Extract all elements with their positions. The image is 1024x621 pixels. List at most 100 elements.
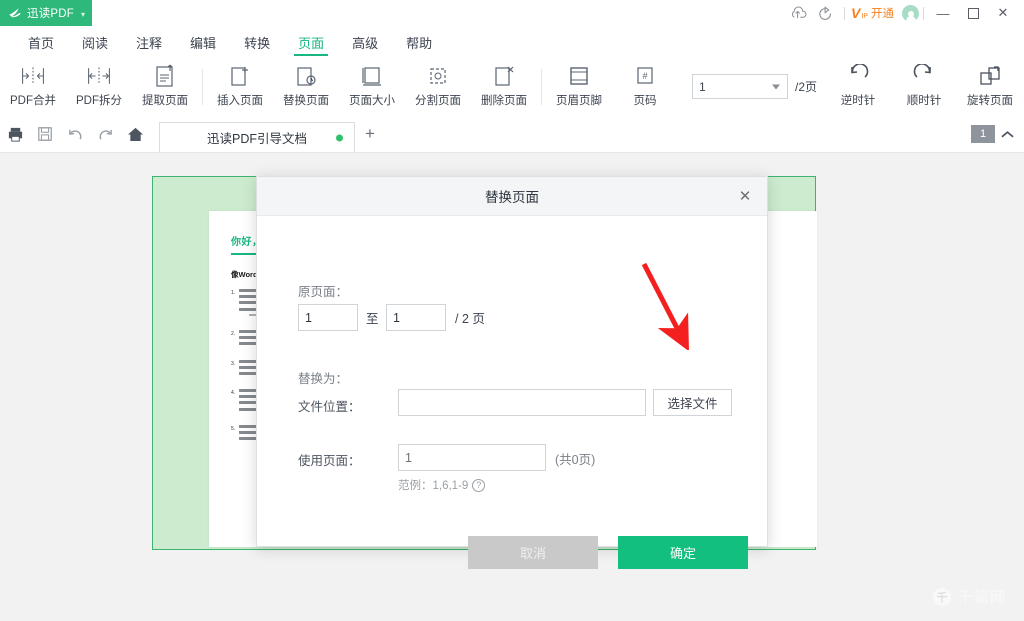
- document-tab[interactable]: 迅读PDF引导文档: [159, 122, 355, 152]
- menu-item-page[interactable]: 页面: [284, 26, 338, 58]
- insert-page-icon: [229, 63, 251, 89]
- share-icon[interactable]: [812, 0, 840, 26]
- dialog-header: 替换页面 ✕: [257, 177, 767, 216]
- crop-page-button[interactable]: 分割页面: [405, 58, 471, 116]
- page-number-label: 页码: [634, 92, 657, 108]
- cloud-upload-icon[interactable]: [784, 0, 812, 26]
- merge-pdf-button[interactable]: PDF合并: [0, 58, 66, 116]
- minimize-button[interactable]: —: [928, 0, 958, 26]
- delete-page-label: 删除页面: [481, 92, 527, 108]
- chevron-down-icon[interactable]: [772, 84, 780, 89]
- application-window: 迅读PDF ▾ V IP 开通: [0, 0, 1024, 621]
- ribbon-group-4: 逆时针 顺时针 旋转页: [825, 58, 1023, 116]
- chevron-up-icon[interactable]: [1001, 130, 1014, 139]
- rotate-cw-icon: [912, 63, 936, 89]
- split-pdf-button[interactable]: PDF拆分: [66, 58, 132, 116]
- ribbon-group-1: PDF合并 PDF拆分: [0, 58, 198, 116]
- new-tab-button[interactable]: +: [355, 116, 385, 153]
- page-number-icon: #: [633, 63, 657, 89]
- rotate-ccw-button[interactable]: 逆时针: [825, 58, 891, 116]
- menu-item-edit[interactable]: 编辑: [176, 26, 230, 58]
- cancel-button[interactable]: 取消: [468, 536, 598, 569]
- choose-file-button[interactable]: 选择文件: [653, 389, 732, 416]
- merge-pdf-label: PDF合并: [10, 92, 56, 108]
- avatar-body: [906, 16, 916, 22]
- page-number-value: 1: [699, 80, 706, 94]
- file-location-input[interactable]: [398, 389, 646, 416]
- pdf-list-number: 4.: [231, 389, 235, 414]
- page-size-label: 页面大小: [349, 92, 395, 108]
- title-bar: 迅读PDF ▾ V IP 开通: [0, 0, 1024, 26]
- divider: [844, 7, 845, 20]
- page-total-label: /2页: [795, 78, 817, 95]
- rotate-cw-button[interactable]: 顺时针: [891, 58, 957, 116]
- menu-item-advanced[interactable]: 高级: [338, 26, 392, 58]
- ribbon-divider-1: [202, 69, 203, 105]
- range-separator-label: 至: [366, 308, 379, 327]
- page-size-button[interactable]: 页面大小: [339, 58, 405, 116]
- replace-with-label: 替换为：: [298, 368, 348, 387]
- home-icon[interactable]: [120, 116, 150, 153]
- watermark: 千 千篇网: [933, 586, 1006, 607]
- undo-icon[interactable]: [60, 116, 90, 153]
- crop-page-icon: [426, 63, 450, 89]
- title-bar-spacer: [92, 0, 784, 26]
- redo-icon[interactable]: [90, 116, 120, 153]
- current-page-chip[interactable]: 1: [971, 125, 995, 143]
- file-location-label: 文件位置：: [298, 396, 361, 415]
- extract-page-icon: [154, 63, 176, 89]
- vip-mark: V: [851, 6, 860, 20]
- rotate-pages-button[interactable]: 旋转页面: [957, 58, 1023, 116]
- avatar[interactable]: [902, 5, 919, 22]
- page-from-input[interactable]: 1: [298, 304, 358, 331]
- header-footer-label: 页眉页脚: [556, 92, 602, 108]
- pages-format-hint: 范例：1,6,1-9 ?: [398, 477, 485, 493]
- page-size-icon: [360, 63, 384, 89]
- rotate-pages-icon: [978, 63, 1002, 89]
- rotate-cw-label: 顺时针: [907, 92, 942, 108]
- menu-item-help[interactable]: 帮助: [392, 26, 446, 58]
- svg-text:#: #: [642, 71, 647, 81]
- help-icon[interactable]: ?: [472, 479, 485, 492]
- header-footer-icon: [567, 63, 591, 89]
- crop-page-label: 分割页面: [415, 92, 461, 108]
- replace-page-dialog: 替换页面 ✕ 原页面： 1 至 1 / 2 页 替换为： 文件位置： 选择文件 …: [256, 176, 768, 547]
- rotate-ccw-label: 逆时针: [841, 92, 876, 108]
- maximize-button[interactable]: [958, 0, 988, 26]
- print-icon[interactable]: [0, 116, 30, 153]
- app-logo-button[interactable]: 迅读PDF ▾: [0, 0, 92, 26]
- delete-page-icon: [493, 63, 515, 89]
- extract-page-button[interactable]: 提取页面: [132, 58, 198, 116]
- menu-item-home[interactable]: 首页: [14, 26, 68, 58]
- save-icon[interactable]: [30, 116, 60, 153]
- watermark-text: 千篇网: [958, 586, 1006, 607]
- menu-item-convert[interactable]: 转换: [230, 26, 284, 58]
- pdf-list-number: 1.: [231, 289, 235, 319]
- tab-bar-right: 1: [971, 125, 1024, 143]
- close-icon[interactable]: ✕: [733, 184, 757, 208]
- dialog-body: 原页面： 1 至 1 / 2 页 替换为： 文件位置： 选择文件 使用页面： 1…: [257, 216, 767, 548]
- replace-page-icon: [295, 63, 317, 89]
- menu-item-annotate[interactable]: 注释: [122, 26, 176, 58]
- page-number-button[interactable]: # 页码: [612, 58, 678, 116]
- use-pages-label: 使用页面：: [298, 450, 361, 469]
- insert-page-label: 插入页面: [217, 92, 263, 108]
- insert-page-button[interactable]: 插入页面: [207, 58, 273, 116]
- page-to-input[interactable]: 1: [386, 304, 446, 331]
- replace-page-button[interactable]: 替换页面: [273, 58, 339, 116]
- vip-upgrade-button[interactable]: V IP 开通: [849, 5, 897, 21]
- confirm-button[interactable]: 确定: [618, 536, 748, 569]
- merge-pdf-icon: [20, 63, 46, 89]
- modified-dot-icon: [336, 134, 343, 141]
- delete-page-button[interactable]: 删除页面: [471, 58, 537, 116]
- header-footer-button[interactable]: 页眉页脚: [546, 58, 612, 116]
- close-button[interactable]: ✕: [988, 0, 1018, 26]
- extract-page-label: 提取页面: [142, 92, 188, 108]
- ribbon-group-2: 插入页面 替换页面: [207, 58, 537, 116]
- pdf-list-number: 3.: [231, 360, 235, 379]
- chevron-down-icon: ▾: [81, 10, 85, 19]
- page-number-input[interactable]: 1: [692, 74, 788, 99]
- use-pages-input[interactable]: 1: [398, 444, 546, 471]
- menu-item-read[interactable]: 阅读: [68, 26, 122, 58]
- pages-format-hint-text: 范例：1,6,1-9: [398, 477, 468, 493]
